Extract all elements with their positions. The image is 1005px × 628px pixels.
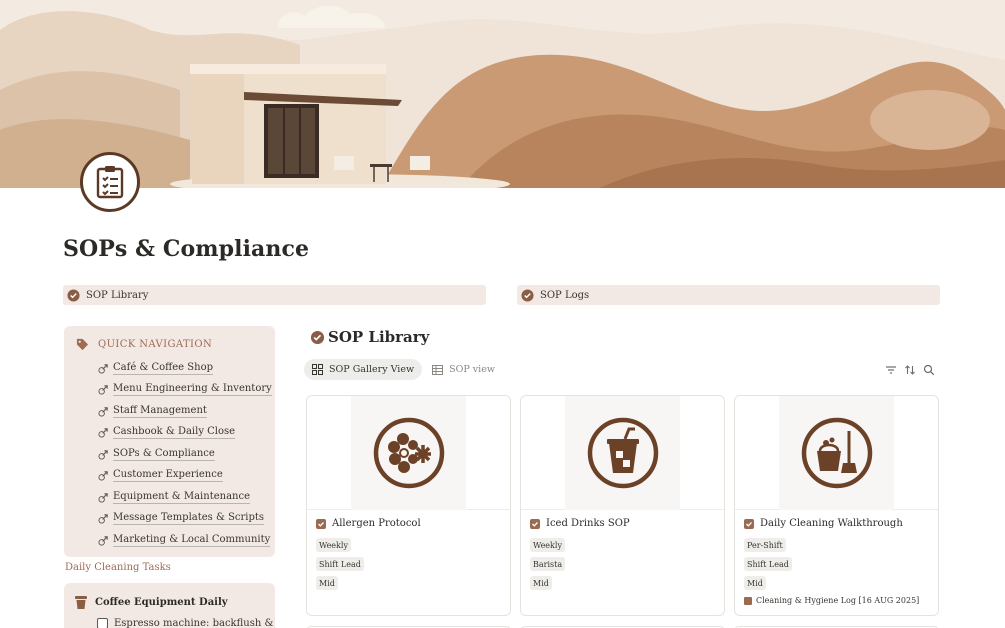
card-title: Daily Cleaning Walkthrough <box>744 518 903 529</box>
role-tag: Shift Lead <box>316 557 364 571</box>
tab-label: SOP Gallery View <box>329 364 415 375</box>
shift-tag: Mid <box>316 576 338 590</box>
link-arrow-icon <box>98 364 108 374</box>
role-tag: Barista <box>530 557 566 571</box>
relation-link[interactable]: Cleaning & Hygiene Log [16 AUG 2025] <box>744 596 919 605</box>
nav-link-label: Café & Coffee Shop <box>113 362 213 375</box>
frequency-tag: Weekly <box>530 538 565 552</box>
link-arrow-icon <box>98 450 108 460</box>
link-arrow-icon <box>98 428 108 438</box>
quick-navigation-heading: QUICK NAVIGATION <box>76 338 212 351</box>
todo-checkbox[interactable] <box>97 618 108 628</box>
badge-check-icon <box>521 288 534 302</box>
badge-check-icon <box>310 330 325 344</box>
checkbox-checked-icon <box>744 518 754 529</box>
role-tag: Shift Lead <box>744 557 792 571</box>
link-label: SOP Library <box>86 289 149 301</box>
tab-sop-gallery-view[interactable]: SOP Gallery View <box>304 359 423 380</box>
nav-link-sops-compliance[interactable]: SOPs & Compliance <box>98 448 215 461</box>
quick-navigation-title: QUICK NAVIGATION <box>98 339 213 350</box>
frequency-tag: Weekly <box>316 538 351 552</box>
coffee-equipment-title: Coffee Equipment Daily <box>75 596 228 609</box>
todo-label: Espresso machine: backflush & <box>114 618 274 628</box>
database-title[interactable]: SOP Library <box>310 328 429 346</box>
card-title-text: Daily Cleaning Walkthrough <box>760 518 903 529</box>
link-arrow-icon <box>98 536 108 546</box>
quick-navigation-callout: QUICK NAVIGATION Café & Coffee Shop Menu… <box>64 326 275 557</box>
card-title: Iced Drinks SOP <box>530 518 630 529</box>
checkbox-checked-icon <box>530 518 540 529</box>
nav-link-label: Menu Engineering & Inventory <box>113 383 272 396</box>
checkbox-checked-icon <box>316 518 326 529</box>
link-arrow-icon <box>98 471 108 481</box>
iced-drink-icon <box>587 417 658 489</box>
badge-check-icon <box>67 288 80 302</box>
nav-link-label: Message Templates & Scripts <box>113 512 265 525</box>
clipboard-checklist-icon[interactable] <box>80 152 140 212</box>
nav-link-cafe[interactable]: Café & Coffee Shop <box>98 362 213 375</box>
coffee-equipment-callout: Coffee Equipment Daily Espresso machine:… <box>64 583 275 628</box>
nav-link-label: Customer Experience <box>113 469 223 482</box>
nav-link-staff-management[interactable]: Staff Management <box>98 405 207 418</box>
allergen-flower-icon <box>373 417 444 489</box>
link-sop-library[interactable]: SOP Library <box>63 285 486 305</box>
nav-link-customer-experience[interactable]: Customer Experience <box>98 469 223 482</box>
table-icon <box>432 364 444 375</box>
sort-icon[interactable] <box>904 364 916 376</box>
nav-link-label: Equipment & Maintenance <box>113 491 250 504</box>
nav-link-label: Cashbook & Daily Close <box>113 426 236 439</box>
gallery-card[interactable]: Iced Drinks SOP Weekly Barista Mid <box>520 395 725 616</box>
filter-icon[interactable] <box>885 364 897 376</box>
coffee-cup-icon <box>75 596 87 609</box>
database-title-text: SOP Library <box>328 328 430 346</box>
search-icon[interactable] <box>923 364 935 376</box>
card-cover <box>735 396 938 510</box>
card-title: Allergen Protocol <box>316 518 421 529</box>
nav-link-label: SOPs & Compliance <box>113 448 215 461</box>
shift-tag: Mid <box>744 576 766 590</box>
page-title: SOPs & Compliance <box>63 236 310 262</box>
nav-link-label: Staff Management <box>113 405 207 418</box>
gallery-icon <box>312 364 323 375</box>
database-toolbar <box>885 364 942 376</box>
daily-cleaning-heading: Daily Cleaning Tasks <box>65 562 171 573</box>
card-title-text: Allergen Protocol <box>332 518 421 529</box>
frequency-tag: Per-Shift <box>744 538 786 552</box>
card-title-text: Iced Drinks SOP <box>546 518 630 529</box>
nav-link-label: Marketing & Local Community <box>113 534 271 547</box>
todo-item[interactable]: Espresso machine: backflush & <box>97 618 273 628</box>
tag-icon <box>76 338 89 351</box>
shift-tag: Mid <box>530 576 552 590</box>
link-arrow-icon <box>98 514 108 524</box>
coffee-equipment-title-text: Coffee Equipment Daily <box>95 597 228 608</box>
nav-link-message-templates[interactable]: Message Templates & Scripts <box>98 512 265 525</box>
nav-link-menu-engineering[interactable]: Menu Engineering & Inventory <box>98 383 272 396</box>
nav-link-equipment[interactable]: Equipment & Maintenance <box>98 491 250 504</box>
view-tabs: SOP Gallery View SOP view <box>304 359 505 380</box>
cover-image <box>0 0 1005 188</box>
relation-label: Cleaning & Hygiene Log [16 AUG 2025] <box>756 596 920 605</box>
tab-sop-view[interactable]: SOP view <box>424 359 503 380</box>
link-label: SOP Logs <box>540 289 590 301</box>
nav-link-cashbook[interactable]: Cashbook & Daily Close <box>98 426 236 439</box>
nav-link-marketing[interactable]: Marketing & Local Community <box>98 534 271 547</box>
link-arrow-icon <box>98 385 108 395</box>
link-arrow-icon <box>98 407 108 417</box>
card-cover <box>307 396 510 510</box>
gallery-card[interactable]: Allergen Protocol Weekly Shift Lead Mid <box>306 395 511 616</box>
link-sop-logs[interactable]: SOP Logs <box>517 285 940 305</box>
card-cover <box>521 396 724 510</box>
gallery-card[interactable]: Daily Cleaning Walkthrough Per-Shift Shi… <box>734 395 939 616</box>
link-arrow-icon <box>98 493 108 503</box>
relation-page-icon <box>744 596 752 605</box>
cleaning-bucket-mop-icon <box>801 417 872 489</box>
tab-label: SOP view <box>449 364 495 375</box>
